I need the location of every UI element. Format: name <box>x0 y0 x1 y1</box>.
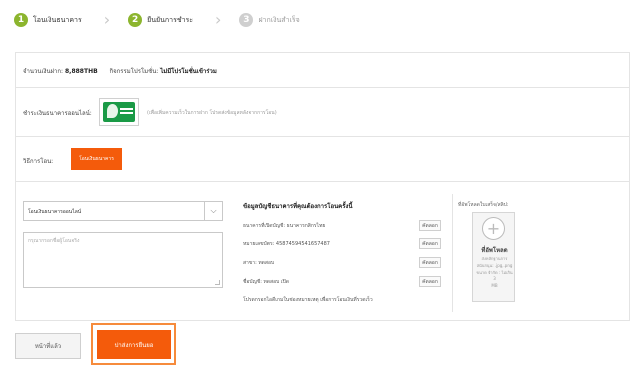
transfer-type-select[interactable]: โอนเงินธนาคารออนไลน์ ⌵ <box>23 201 223 221</box>
copy-number-button[interactable]: คัดลอก <box>419 238 441 249</box>
step-3-number: 3 <box>239 13 254 27</box>
sender-name-textarea[interactable]: กรุณากรอกชื่อผู้โอนจริง <box>23 232 223 288</box>
upload-hint: ส่งหลักฐานการ สนับสนุน: .jpg,.png ขนาด จ… <box>476 256 513 289</box>
step-3-label: ฝากเงินสำเร็จ <box>258 15 300 24</box>
step-2: 2 ยืนยันการชำระ <box>128 13 193 27</box>
chevron-down-icon[interactable]: ⌵ <box>204 202 222 220</box>
bank-transfer-method-button[interactable]: โอนเงินธนาคาร <box>71 148 122 170</box>
progress-stepper: 1 โอนเงินธนาคาร › 2 ยืนยันการชำระ › 3 ฝา… <box>14 10 300 30</box>
copy-branch-button[interactable]: คัดลอก <box>419 257 441 268</box>
chevron-right-icon: › <box>103 10 111 29</box>
bank-label: ชำระเงินธนาคารออนไลน์: <box>23 110 92 117</box>
amount-value: 8,888THB <box>65 68 98 75</box>
transfer-details-panel: โอนเงินธนาคารออนไลน์ ⌵ กรุณากรอกชื่อผู้โ… <box>15 181 630 321</box>
step-1-label: โอนเงินธนาคาร <box>33 15 82 24</box>
upload-receipt-box[interactable]: + ที่อัพโหลด ส่งหลักฐานการ สนับสนุน: .jp… <box>472 212 515 302</box>
step-1-number: 1 <box>14 13 28 27</box>
deposit-summary-row: จำนวนเงินฝาก: 8,888THB กิจกรรมโปรโมชั่น:… <box>15 52 630 88</box>
amount-summary: จำนวนเงินฝาก: 8,888THB กิจกรรมโปรโมชั่น:… <box>23 66 217 76</box>
account-info-note: โปรดกรอกไอดีเกมในช่องหมายเหตุ เพื่อการโอ… <box>243 297 373 303</box>
resize-handle-icon[interactable] <box>215 280 220 285</box>
transfer-type-value: โอนเงินธนาคารออนไลน์ <box>28 209 82 215</box>
promo-value: ไม่มีโปรโมชั่นเข้าร่วม <box>160 68 217 75</box>
chevron-right-icon: › <box>215 10 222 29</box>
copy-name-button[interactable]: คัดลอก <box>419 276 441 287</box>
account-info-name: ชื่อบัญชี: ทดสอบ เปิด <box>243 279 289 285</box>
promo-label: กิจกรรมโปรโมชั่น: <box>109 68 159 75</box>
bank-row: ชำระเงินธนาคารออนไลน์: (เพื่อเพิ่มความเร… <box>15 87 630 137</box>
account-info-title: ข้อมูลบัญชีธนาคารที่คุณต้องการโอนครั้งนี… <box>243 203 353 210</box>
divider <box>452 194 453 312</box>
amount-label: จำนวนเงินฝาก: <box>23 68 64 75</box>
transfer-method-row: วิธีการโอน: โอนเงินธนาคาร <box>15 136 630 182</box>
upload-title: ที่อัพโหลดใบเสร็จ/สลิป: <box>458 202 509 208</box>
account-info-bank: ธนาคารที่เปิดบัญชี: ธนาคารกสิกรไทย <box>243 223 326 229</box>
kasikorn-bank-logo-icon[interactable] <box>99 98 139 126</box>
method-label: วิธีการโอน: <box>23 158 54 165</box>
account-info-number: หมายเลขบัตร: 4587459454165748​7 <box>243 241 330 247</box>
step-1: 1 โอนเงินธนาคาร <box>14 13 82 27</box>
step-2-number: 2 <box>128 13 143 27</box>
account-info-branch: สาขา: ทดสอบ <box>243 260 275 266</box>
upload-label: ที่อัพโหลด <box>481 247 508 254</box>
step-2-label: ยืนยันการชำระ <box>147 15 194 24</box>
sender-name-placeholder: กรุณากรอกชื่อผู้โอนจริง <box>28 238 80 244</box>
plus-icon[interactable]: + <box>482 217 505 240</box>
step-3: 3 ฝากเงินสำเร็จ <box>239 13 300 27</box>
bank-note: (เพื่อเพิ่มความเร็วในการฝาก โปรดส่งข้อมู… <box>147 110 277 116</box>
previous-page-button[interactable]: หน้าที่แล้ว <box>15 333 81 359</box>
submit-confirm-button[interactable]: ปาส่งการยืนยอ <box>97 330 171 359</box>
copy-bank-button[interactable]: คัดลอก <box>419 220 441 231</box>
